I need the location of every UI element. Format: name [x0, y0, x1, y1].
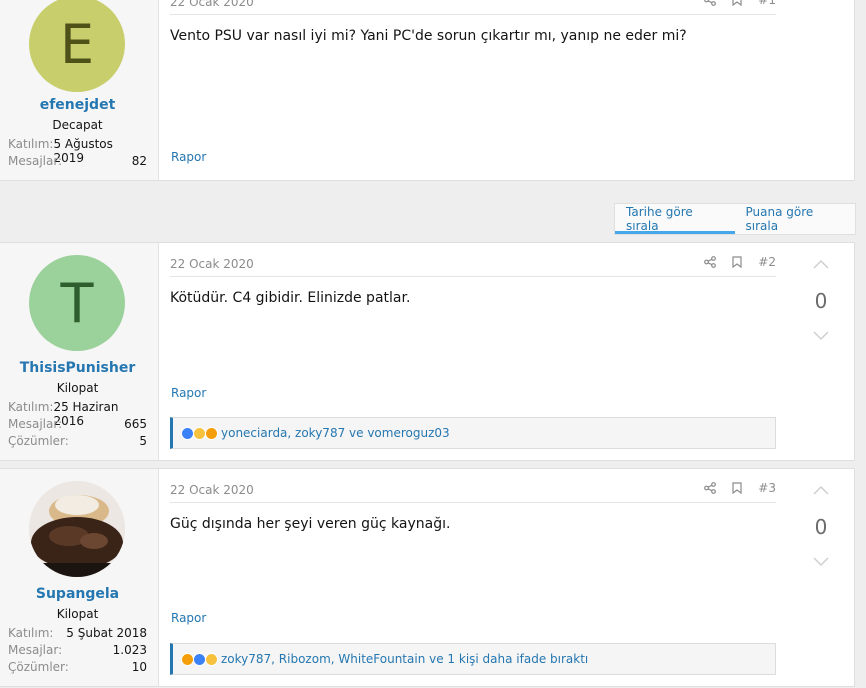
- user-panel: T ThisisPunisher Kilopat Katılım: 25 Hazi…: [0, 243, 159, 460]
- username[interactable]: efenejdet: [0, 97, 155, 113]
- post-meta: 22 Ocak 2020 #3: [170, 481, 776, 503]
- avatar[interactable]: [29, 481, 125, 577]
- stat-messages: Mesajlar: 665: [8, 417, 147, 431]
- bookmark-icon[interactable]: [732, 0, 742, 6]
- stat-solutions: Çözümler: 5: [8, 434, 147, 448]
- share-icon[interactable]: [704, 482, 717, 494]
- post-number[interactable]: #1: [758, 0, 776, 7]
- post-body: Güç dışında her şeyi veren güç kaynağı.: [170, 516, 451, 532]
- haha-icon: [205, 652, 218, 666]
- bookmark-icon[interactable]: [732, 482, 742, 494]
- post-date[interactable]: 22 Ocak 2020: [170, 483, 254, 497]
- upvote-icon[interactable]: [813, 485, 829, 495]
- vote-score: 0: [814, 515, 828, 539]
- downvote-icon[interactable]: [813, 331, 829, 341]
- user-title: Kilopat: [56, 381, 99, 395]
- post-meta: 22 Ocak 2020 #2: [170, 255, 776, 277]
- tab-sort-score[interactable]: Puana göre sırala: [735, 204, 855, 234]
- tab-sort-date[interactable]: Tarihe göre sırala: [615, 204, 735, 234]
- reaction-icons: [181, 652, 218, 666]
- post-2: T ThisisPunisher Kilopat Katılım: 25 Hazi…: [0, 242, 855, 461]
- post-body: Kötüdür. C4 gibidir. Elinizde patlar.: [170, 290, 411, 306]
- avatar[interactable]: T: [29, 255, 125, 351]
- report-link[interactable]: Rapor: [171, 611, 206, 625]
- report-link[interactable]: Rapor: [171, 150, 206, 164]
- downvote-icon[interactable]: [813, 557, 829, 567]
- post-1: E efenejdet Decapat Katılım: 5 Ağustos 20…: [0, 0, 855, 181]
- avatar[interactable]: E: [29, 0, 125, 92]
- share-icon[interactable]: [704, 0, 717, 6]
- post-3: Supangela Kilopat Katılım: 5 Şubat 2018 M…: [0, 468, 855, 687]
- user-title: Decapat: [52, 118, 103, 132]
- sort-tabs: Tarihe göre sırala Puana göre sırala: [614, 203, 856, 235]
- reactions-text[interactable]: yoneciarda, zoky787 ve vomeroguz03: [221, 426, 450, 440]
- username[interactable]: Supangela: [0, 586, 155, 602]
- rofl-icon: [205, 426, 218, 440]
- reactions-text[interactable]: zoky787, Ribozom, WhiteFountain ve 1 kiş…: [221, 652, 588, 666]
- share-icon[interactable]: [704, 256, 717, 268]
- stat-joined: Katılım: 5 Şubat 2018: [8, 626, 147, 640]
- avatar-image: [29, 481, 125, 577]
- post-number[interactable]: #3: [758, 481, 776, 495]
- post-date[interactable]: 22 Ocak 2020: [170, 0, 254, 9]
- report-link[interactable]: Rapor: [171, 386, 206, 400]
- post-date[interactable]: 22 Ocak 2020: [170, 257, 254, 271]
- user-panel: E efenejdet Decapat Katılım: 5 Ağustos 20…: [0, 0, 159, 180]
- user-title: Kilopat: [56, 607, 99, 621]
- bookmark-icon[interactable]: [732, 256, 742, 268]
- post-meta: 22 Ocak 2020 #1: [170, 0, 776, 15]
- stat-solutions: Çözümler: 10: [8, 660, 147, 674]
- vote-score: 0: [814, 289, 828, 313]
- reactions-bar[interactable]: zoky787, Ribozom, WhiteFountain ve 1 kiş…: [170, 643, 776, 675]
- vote-widget: 0: [806, 253, 836, 353]
- username[interactable]: ThisisPunisher: [0, 360, 155, 376]
- upvote-icon[interactable]: [813, 259, 829, 269]
- reactions-bar[interactable]: yoneciarda, zoky787 ve vomeroguz03: [170, 417, 776, 449]
- stat-messages: Mesajlar: 82: [8, 154, 147, 168]
- stat-messages: Mesajlar: 1.023: [8, 643, 147, 657]
- post-number[interactable]: #2: [758, 255, 776, 269]
- user-panel: Supangela Kilopat Katılım: 5 Şubat 2018 M…: [0, 469, 159, 686]
- post-body: Vento PSU var nasıl iyi mi? Yani PC'de s…: [170, 28, 687, 44]
- vote-widget: 0: [806, 479, 836, 579]
- reaction-icons: [181, 426, 218, 440]
